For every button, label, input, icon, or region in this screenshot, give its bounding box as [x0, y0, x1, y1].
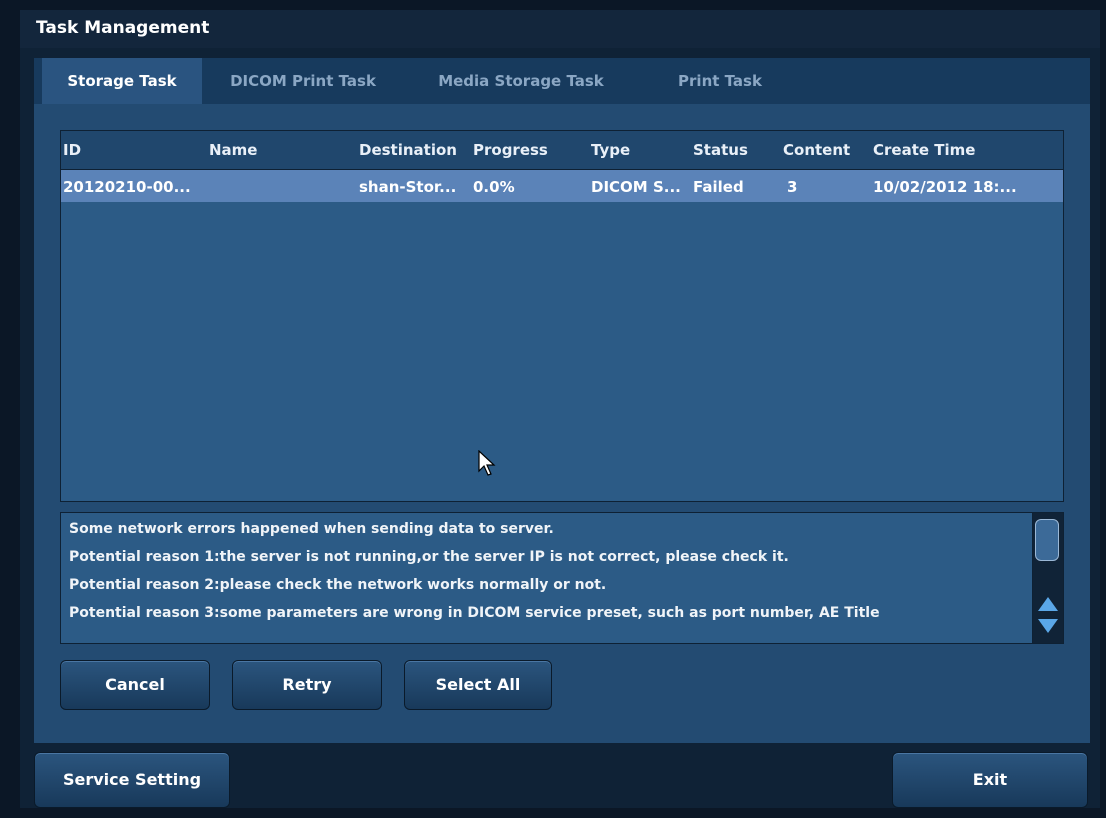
tab-dicom-print-task[interactable]: DICOM Print Task — [204, 58, 402, 104]
title-bar: Task Management — [20, 10, 1100, 48]
error-message-box: Some network errors happened when sendin… — [60, 512, 1034, 644]
cell-status: Failed — [693, 178, 744, 196]
cell-content: 3 — [787, 178, 798, 196]
task-management-window: Task Management Storage Task DICOM Print… — [20, 10, 1100, 808]
column-header-status[interactable]: Status — [693, 141, 748, 159]
column-header-destination[interactable]: Destination — [359, 141, 457, 159]
message-line: Potential reason 3:some parameters are w… — [69, 605, 880, 621]
table-header: ID Name Destination Progress Type Status… — [61, 131, 1063, 170]
message-line: Potential reason 2:please check the netw… — [69, 577, 607, 593]
column-header-content[interactable]: Content — [783, 141, 850, 159]
mouse-pointer-icon — [478, 450, 496, 476]
main-panel: Storage Task DICOM Print Task Media Stor… — [34, 58, 1090, 743]
message-line: Potential reason 1:the server is not run… — [69, 549, 789, 565]
tab-media-storage-task[interactable]: Media Storage Task — [404, 58, 638, 104]
cell-progress: 0.0% — [473, 178, 515, 196]
triangle-down-icon[interactable] — [1038, 619, 1058, 633]
column-header-name[interactable]: Name — [209, 141, 257, 159]
cancel-button[interactable]: Cancel — [60, 660, 210, 710]
select-all-button[interactable]: Select All — [404, 660, 552, 710]
cell-id: 20120210-00... — [63, 178, 191, 196]
table-row[interactable]: 20120210-00... shan-Stor... 0.0% DICOM S… — [61, 170, 1063, 202]
triangle-up-icon[interactable] — [1038, 597, 1058, 611]
message-line: Some network errors happened when sendin… — [69, 521, 554, 537]
column-header-progress[interactable]: Progress — [473, 141, 548, 159]
cell-destination: shan-Stor... — [359, 178, 457, 196]
column-header-id[interactable]: ID — [63, 141, 81, 159]
tab-bar: Storage Task DICOM Print Task Media Stor… — [34, 58, 1090, 104]
tab-print-task[interactable]: Print Task — [640, 58, 800, 104]
tab-storage-task[interactable]: Storage Task — [42, 58, 202, 104]
exit-button[interactable]: Exit — [892, 752, 1088, 808]
cell-create-time: 10/02/2012 18:... — [873, 178, 1017, 196]
column-header-create-time[interactable]: Create Time — [873, 141, 975, 159]
cell-type: DICOM S... — [591, 178, 681, 196]
message-scrollbar[interactable] — [1032, 512, 1064, 644]
retry-button[interactable]: Retry — [232, 660, 382, 710]
service-setting-button[interactable]: Service Setting — [34, 752, 230, 808]
scrollbar-thumb[interactable] — [1035, 519, 1059, 561]
window-title: Task Management — [36, 18, 210, 38]
column-header-type[interactable]: Type — [591, 141, 630, 159]
task-table: ID Name Destination Progress Type Status… — [60, 130, 1064, 502]
